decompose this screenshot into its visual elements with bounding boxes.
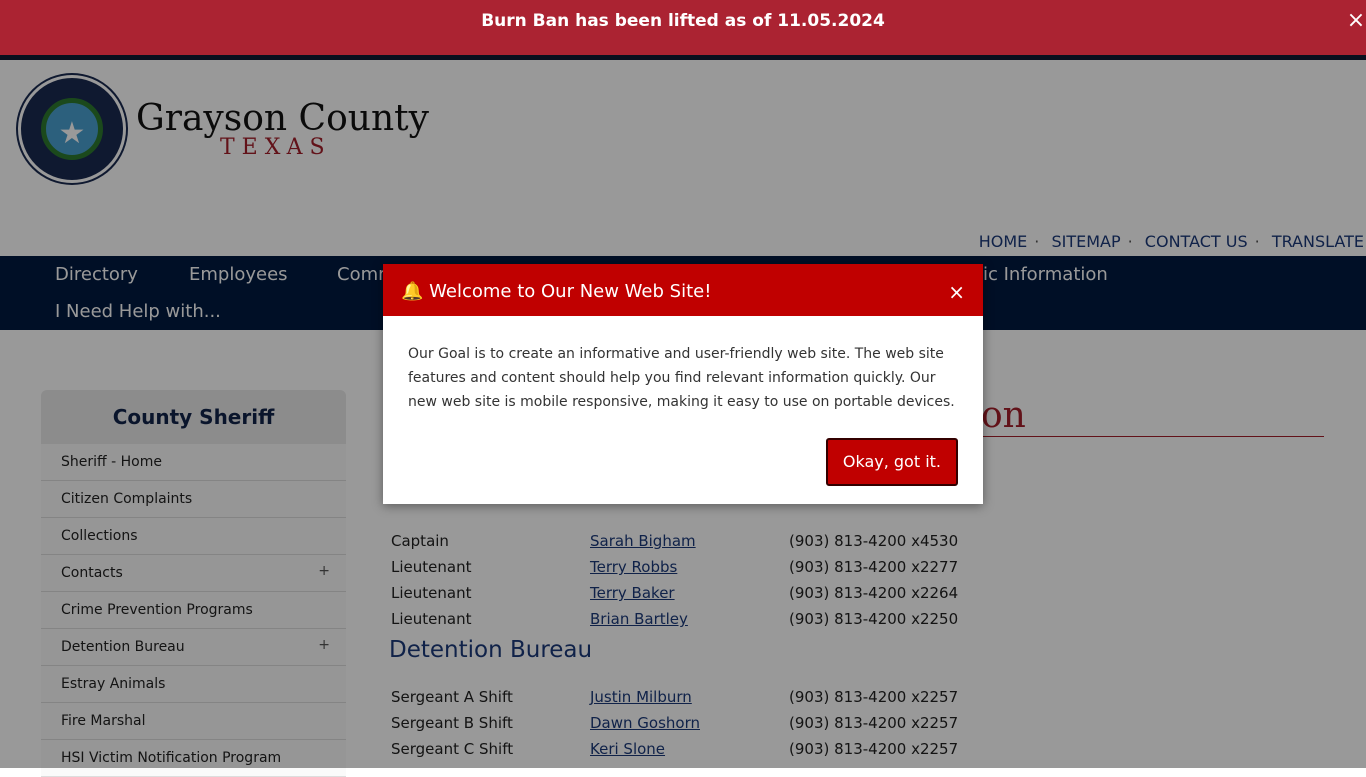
- bell-icon: 🔔: [401, 281, 424, 302]
- close-icon[interactable]: ×: [948, 264, 965, 320]
- alert-banner: Burn Ban has been lifted as of 11.05.202…: [0, 0, 1366, 60]
- modal-body: Our Goal is to create an informative and…: [408, 346, 955, 410]
- close-icon[interactable]: ×: [1346, 0, 1366, 42]
- banner-text: Burn Ban has been lifted as of 11.05.202…: [481, 11, 885, 31]
- ok-button[interactable]: Okay, got it.: [825, 438, 958, 486]
- welcome-modal: 🔔 Welcome to Our New Web Site! × Our Goal…: [383, 264, 983, 504]
- modal-title: Welcome to Our New Web Site!: [429, 281, 712, 302]
